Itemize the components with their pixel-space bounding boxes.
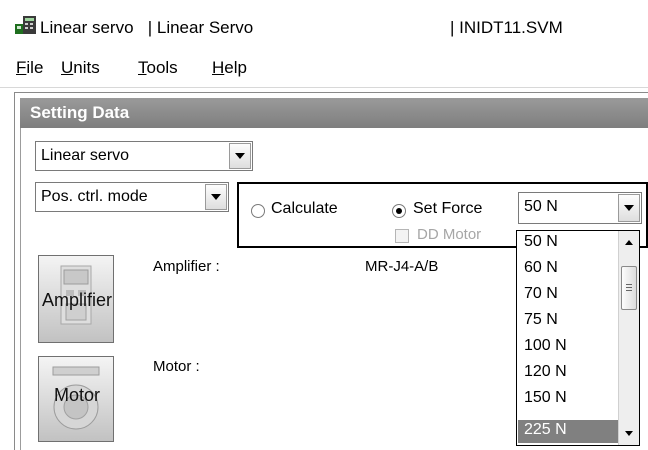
menu-units[interactable]: Units (61, 58, 100, 78)
calculate-label: Calculate (271, 200, 338, 217)
window-title: Linear servo | Linear Servo (40, 18, 254, 37)
motor-button[interactable]: Motor (38, 356, 114, 442)
section-header: Setting Data (20, 98, 648, 128)
menu-file[interactable]: File (16, 58, 43, 78)
servo-type-select[interactable]: Linear servo (35, 141, 253, 171)
scroll-up-icon[interactable] (625, 240, 633, 245)
list-item[interactable]: 60 N (518, 258, 618, 281)
list-item[interactable]: 100 N (518, 336, 618, 359)
amplifier-button-label: Amplifier (41, 290, 112, 310)
menu-help[interactable]: Help (212, 58, 247, 78)
calculate-radio[interactable] (251, 204, 265, 218)
set-force-radio[interactable] (392, 204, 406, 218)
motor-button-label: Motor (53, 385, 100, 405)
dropdown-scrollbar[interactable] (618, 231, 639, 445)
dd-motor-label: DD Motor (417, 226, 482, 243)
scroll-down-icon[interactable] (625, 431, 633, 436)
dd-motor-checkbox[interactable] (395, 229, 409, 243)
menu-tools[interactable]: Tools (138, 58, 178, 78)
window-file-name: | INIDT11.SVM (450, 18, 563, 37)
list-item[interactable]: 120 N (518, 362, 618, 385)
chevron-down-icon[interactable] (618, 194, 640, 222)
control-mode-value: Pos. ctrl. mode (41, 188, 148, 205)
servo-type-value: Linear servo (41, 147, 130, 164)
amplifier-button[interactable]: Amplifier (38, 255, 114, 343)
list-item[interactable]: 50 N (518, 232, 618, 255)
force-dropdown-list: 50 N 60 N 70 N 75 N 100 N 120 N 150 N 22… (516, 230, 640, 446)
list-item[interactable]: 150 N (518, 388, 618, 411)
chevron-down-icon[interactable] (205, 184, 227, 210)
force-select-value: 50 N (524, 198, 558, 215)
scrollbar-thumb[interactable] (621, 266, 637, 310)
amplifier-label: Amplifier : (153, 258, 220, 275)
set-force-label: Set Force (413, 200, 483, 217)
menu-bar: File Units Tools Help (0, 50, 648, 88)
control-mode-select[interactable]: Pos. ctrl. mode (35, 182, 229, 212)
list-item[interactable]: 70 N (518, 284, 618, 307)
list-item[interactable]: 75 N (518, 310, 618, 333)
motor-label: Motor : (153, 358, 200, 375)
title-bar: Linear servo | Linear Servo | INIDT11.SV… (0, 0, 648, 50)
chevron-down-icon[interactable] (229, 143, 251, 169)
app-icon (15, 16, 36, 34)
list-item-selected[interactable]: 225 N (518, 420, 618, 443)
force-select[interactable]: 50 N (518, 192, 642, 224)
amplifier-value: MR-J4-A/B (365, 258, 439, 275)
